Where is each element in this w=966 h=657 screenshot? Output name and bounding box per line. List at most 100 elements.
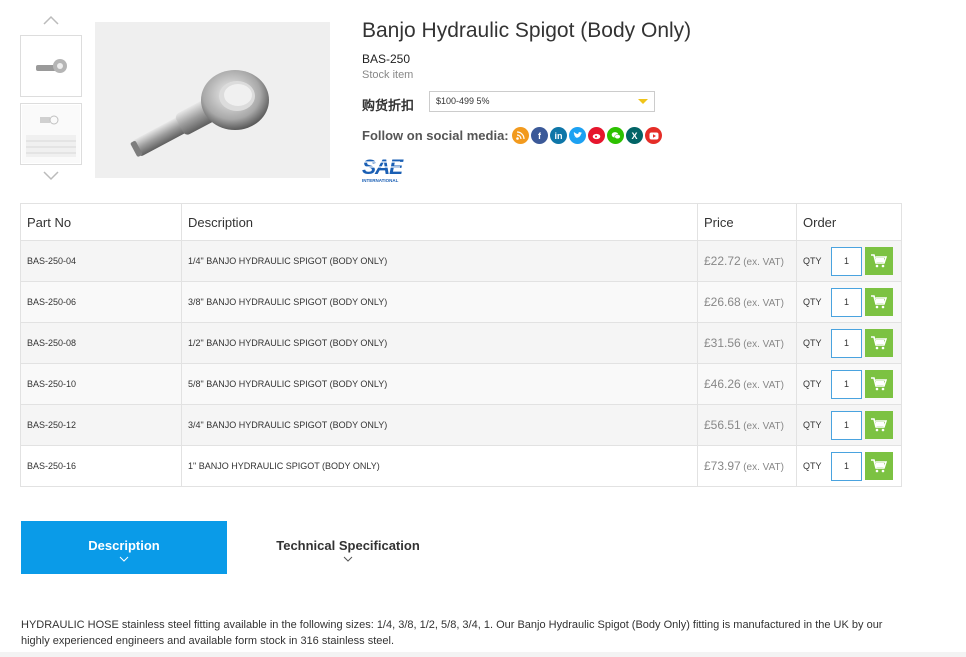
thumbnail-image-2[interactable] xyxy=(20,103,82,165)
order-cell: QTY xyxy=(796,281,902,323)
discount-selected-value: $100-499 5% xyxy=(436,96,490,106)
price-cell: £73.97 (ex. VAT) xyxy=(697,445,797,487)
weibo-icon[interactable] xyxy=(588,127,605,144)
table-row: BAS-250-10 5/8" BANJO HYDRAULIC SPIGOT (… xyxy=(20,363,902,405)
order-cell: QTY xyxy=(796,404,902,446)
description-cell: 5/8" BANJO HYDRAULIC SPIGOT (BODY ONLY) xyxy=(181,363,698,405)
product-main-image[interactable] xyxy=(95,22,330,178)
price-value: £26.68 xyxy=(704,295,741,309)
part-number-cell: BAS-250-04 xyxy=(20,240,182,282)
xing-icon[interactable]: X xyxy=(626,127,643,144)
sae-international-logo: SAE INTERNATIONAL xyxy=(360,152,406,186)
facebook-icon[interactable]: f xyxy=(531,127,548,144)
price-value: £73.97 xyxy=(704,459,741,473)
add-to-cart-button[interactable] xyxy=(865,329,893,357)
header-part-no: Part No xyxy=(20,203,182,241)
add-to-cart-button[interactable] xyxy=(865,247,893,275)
quantity-input[interactable] xyxy=(831,246,862,276)
quantity-input[interactable] xyxy=(831,369,862,399)
add-to-cart-button[interactable] xyxy=(865,370,893,398)
qty-label: QTY xyxy=(803,297,822,307)
cart-icon xyxy=(871,295,887,309)
add-to-cart-button[interactable] xyxy=(865,288,893,316)
order-cell: QTY xyxy=(796,240,902,282)
thumbnail-down-chevron-icon[interactable] xyxy=(20,166,82,186)
table-row: BAS-250-06 3/8" BANJO HYDRAULIC SPIGOT (… xyxy=(20,281,902,323)
discount-dropdown[interactable]: $100-499 5% xyxy=(429,91,655,112)
part-number-cell: BAS-250-08 xyxy=(20,322,182,364)
price-vat-suffix: (ex. VAT) xyxy=(743,421,784,432)
header-description: Description xyxy=(181,203,698,241)
twitter-icon[interactable] xyxy=(569,127,586,144)
header-price: Price xyxy=(697,203,797,241)
price-cell: £26.68 (ex. VAT) xyxy=(697,281,797,323)
table-row: BAS-250-08 1/2" BANJO HYDRAULIC SPIGOT (… xyxy=(20,322,902,364)
social-icons: f in X xyxy=(512,127,662,144)
quantity-input[interactable] xyxy=(831,328,862,358)
qty-label: QTY xyxy=(803,461,822,471)
social-media-label: Follow on social media: xyxy=(362,128,509,143)
price-vat-suffix: (ex. VAT) xyxy=(743,339,784,350)
price-value: £56.51 xyxy=(704,418,741,432)
wechat-icon[interactable] xyxy=(607,127,624,144)
price-vat-suffix: (ex. VAT) xyxy=(743,257,784,268)
price-value: £46.26 xyxy=(704,377,741,391)
quantity-input[interactable] xyxy=(831,410,862,440)
price-value: £31.56 xyxy=(704,336,741,350)
price-cell: £46.26 (ex. VAT) xyxy=(697,363,797,405)
qty-label: QTY xyxy=(803,379,822,389)
footer-divider xyxy=(0,652,966,657)
add-to-cart-button[interactable] xyxy=(865,411,893,439)
qty-label: QTY xyxy=(803,256,822,266)
product-variants-table: Part No Description Price Order BAS-250-… xyxy=(20,203,902,487)
youtube-icon[interactable] xyxy=(645,127,662,144)
table-row: BAS-250-12 3/4" BANJO HYDRAULIC SPIGOT (… xyxy=(20,404,902,446)
chevron-down-icon xyxy=(119,556,129,562)
cart-icon xyxy=(871,254,887,268)
quantity-input[interactable] xyxy=(831,451,862,481)
tab-description-label: Description xyxy=(88,538,160,553)
order-cell: QTY xyxy=(796,322,902,364)
quantity-input[interactable] xyxy=(831,287,862,317)
tab-technical-specification[interactable]: Technical Specification xyxy=(270,521,426,574)
tab-technical-label: Technical Specification xyxy=(276,538,420,553)
qty-label: QTY xyxy=(803,338,822,348)
cart-icon xyxy=(871,418,887,432)
table-header-row: Part No Description Price Order xyxy=(20,203,902,241)
chevron-down-icon xyxy=(343,556,353,562)
rss-icon[interactable] xyxy=(512,127,529,144)
dropdown-caret-icon xyxy=(638,99,648,104)
price-cell: £31.56 (ex. VAT) xyxy=(697,322,797,364)
part-number-cell: BAS-250-12 xyxy=(20,404,182,446)
description-cell: 1" BANJO HYDRAULIC SPIGOT (BODY ONLY) xyxy=(181,445,698,487)
cart-icon xyxy=(871,377,887,391)
table-row: BAS-250-04 1/4" BANJO HYDRAULIC SPIGOT (… xyxy=(20,240,902,282)
description-cell: 1/2" BANJO HYDRAULIC SPIGOT (BODY ONLY) xyxy=(181,322,698,364)
tab-description[interactable]: Description xyxy=(21,521,227,574)
header-order: Order xyxy=(796,203,902,241)
linkedin-icon[interactable]: in xyxy=(550,127,567,144)
price-cell: £22.72 (ex. VAT) xyxy=(697,240,797,282)
order-cell: QTY xyxy=(796,445,902,487)
sae-logo-subtext: INTERNATIONAL xyxy=(362,178,399,183)
add-to-cart-button[interactable] xyxy=(865,452,893,480)
part-number-cell: BAS-250-16 xyxy=(20,445,182,487)
product-description-text: HYDRAULIC HOSE stainless steel fitting a… xyxy=(21,619,883,647)
description-cell: 1/4" BANJO HYDRAULIC SPIGOT (BODY ONLY) xyxy=(181,240,698,282)
price-value: £22.72 xyxy=(704,254,741,268)
description-cell: 3/4" BANJO HYDRAULIC SPIGOT (BODY ONLY) xyxy=(181,404,698,446)
price-vat-suffix: (ex. VAT) xyxy=(743,380,784,391)
thumbnail-image-1[interactable] xyxy=(20,35,82,97)
qty-label: QTY xyxy=(803,420,822,430)
cart-icon xyxy=(871,336,887,350)
price-cell: £56.51 (ex. VAT) xyxy=(697,404,797,446)
cart-icon xyxy=(871,459,887,473)
part-number-cell: BAS-250-10 xyxy=(20,363,182,405)
table-row: BAS-250-16 1" BANJO HYDRAULIC SPIGOT (BO… xyxy=(20,445,902,487)
thumbnail-up-chevron-icon[interactable] xyxy=(20,10,82,30)
discount-label: 购货折扣 xyxy=(362,98,415,113)
price-vat-suffix: (ex. VAT) xyxy=(743,298,784,309)
product-sku: BAS-250 xyxy=(362,52,411,66)
price-vat-suffix: (ex. VAT) xyxy=(743,462,784,473)
order-cell: QTY xyxy=(796,363,902,405)
